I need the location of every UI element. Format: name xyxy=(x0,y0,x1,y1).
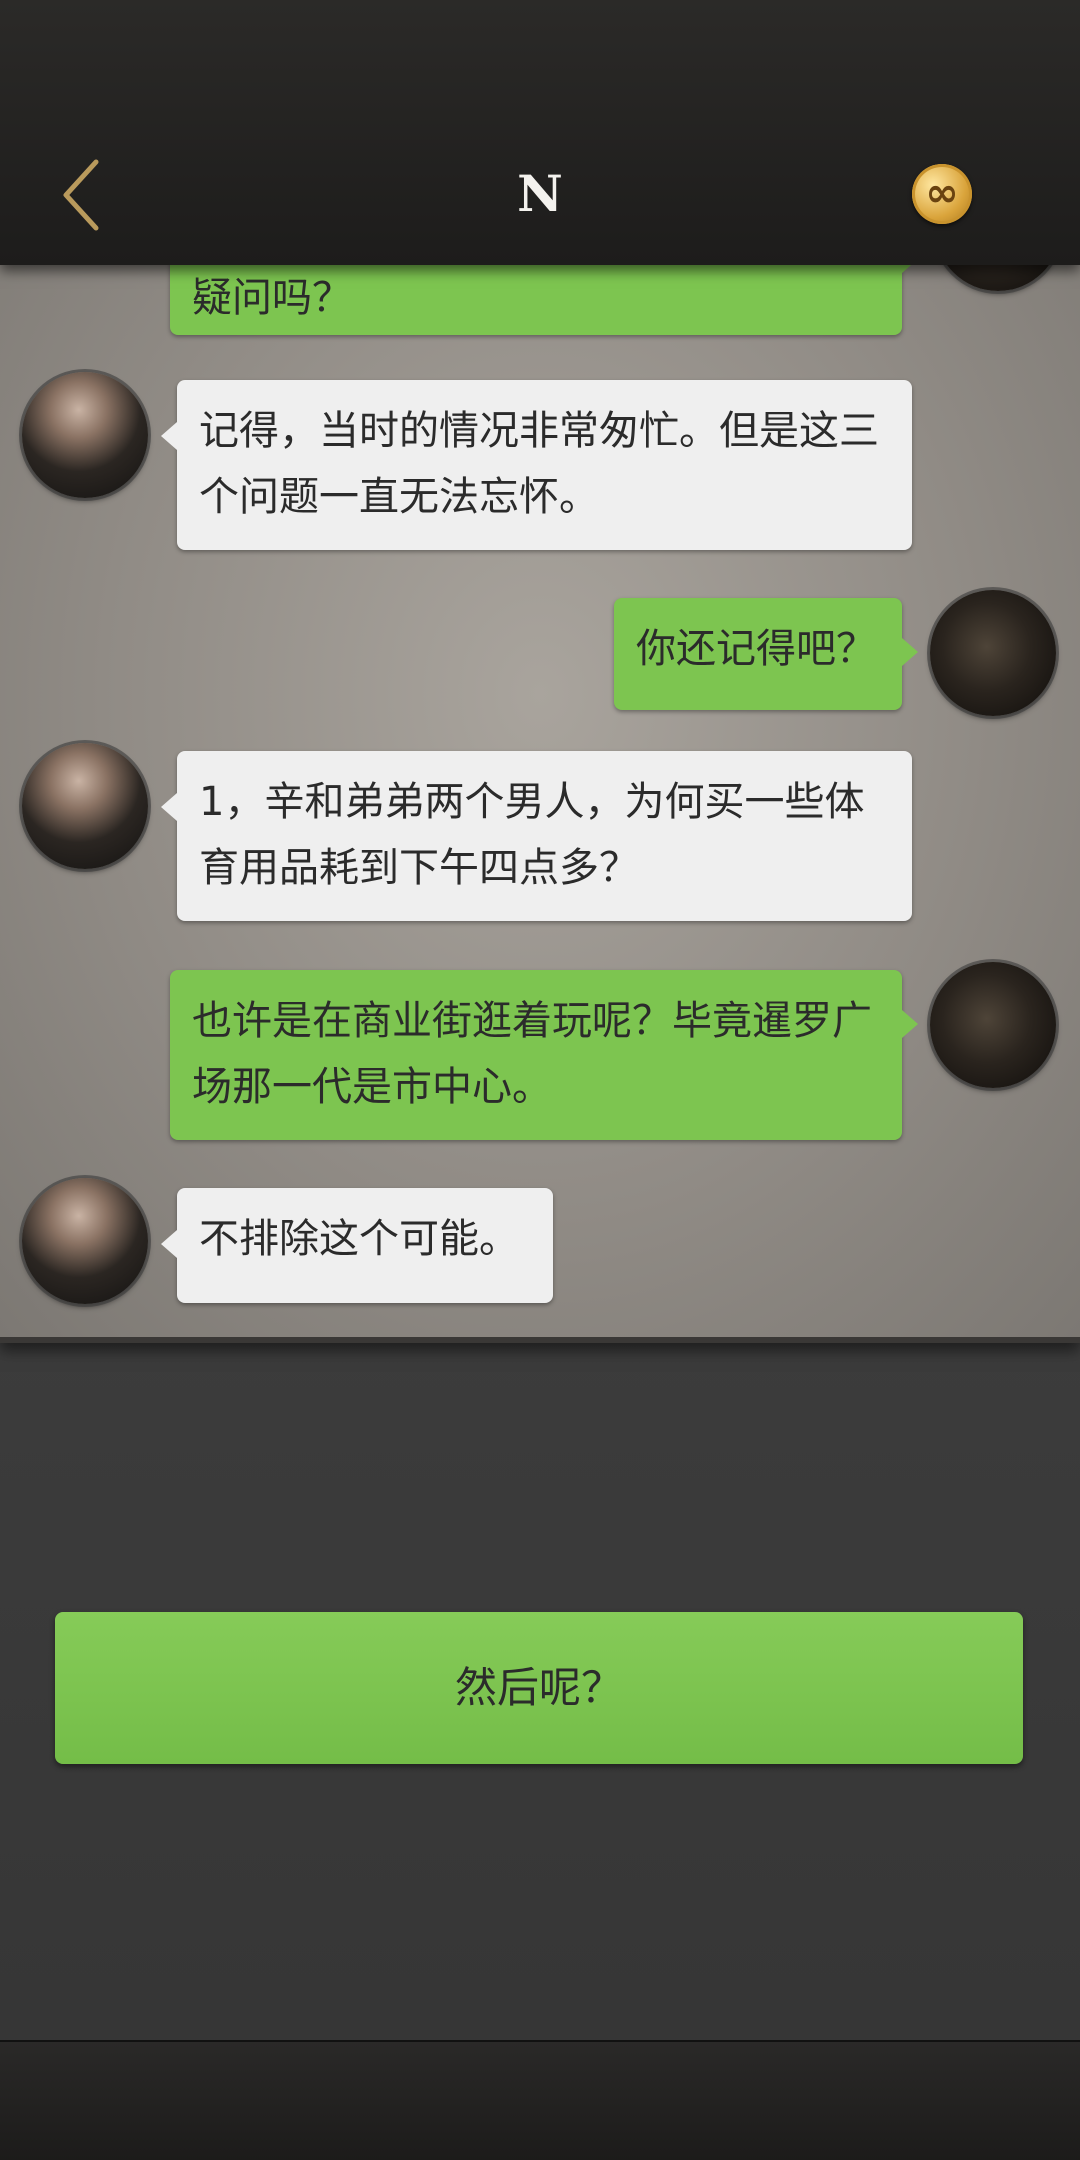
message-bubble-contact: 记得，当时的情况非常匆忙。但是这三个问题一直无法忘怀。 xyxy=(161,380,912,550)
avatar-me[interactable] xyxy=(935,265,1061,291)
message-bubble-contact: 不排除这个可能。 xyxy=(161,1188,553,1303)
message-bubble-me: 你还记得吧？ xyxy=(614,598,918,710)
message-text: 疑问吗？ xyxy=(192,275,352,321)
message-text: 1，辛和弟弟两个男人，为何买一些体育用品耗到下午四点多？ xyxy=(199,779,865,891)
infinity-coin-icon[interactable]: ∞ xyxy=(912,164,972,224)
avatar-contact[interactable] xyxy=(22,1178,148,1304)
reply-option-button[interactable]: 然后呢？ xyxy=(55,1612,1023,1764)
bottom-bar xyxy=(0,2040,1080,2160)
top-bar: N ∞ xyxy=(0,0,1080,265)
message-bubble-contact: 1，辛和弟弟两个男人，为何买一些体育用品耗到下午四点多？ xyxy=(161,751,912,921)
message-text: 也许是在商业街逛着玩呢？毕竟暹罗广场那一代是市中心。 xyxy=(192,998,872,1110)
message-text: 你还记得吧？ xyxy=(636,626,876,672)
message-bubble-me: 疑问吗？ xyxy=(170,265,918,335)
message-text: 不排除这个可能。 xyxy=(199,1216,519,1262)
avatar-me[interactable] xyxy=(930,962,1056,1088)
message-bubble-me: 也许是在商业街逛着玩呢？毕竟暹罗广场那一代是市中心。 xyxy=(170,970,918,1140)
chat-area[interactable]: 疑问吗？ 记得，当时的情况非常匆忙。但是这三个问题一直无法忘怀。 你还记得吧？ … xyxy=(0,265,1080,1343)
avatar-me[interactable] xyxy=(930,590,1056,716)
message-text: 记得，当时的情况非常匆忙。但是这三个问题一直无法忘怀。 xyxy=(199,408,879,520)
chat-screen: N ∞ 疑问吗？ 记得，当时的情况非常匆忙。但是这三个问题一直无法忘怀。 你还记… xyxy=(0,0,1080,2160)
avatar-contact[interactable] xyxy=(22,743,148,869)
avatar-contact[interactable] xyxy=(22,372,148,498)
